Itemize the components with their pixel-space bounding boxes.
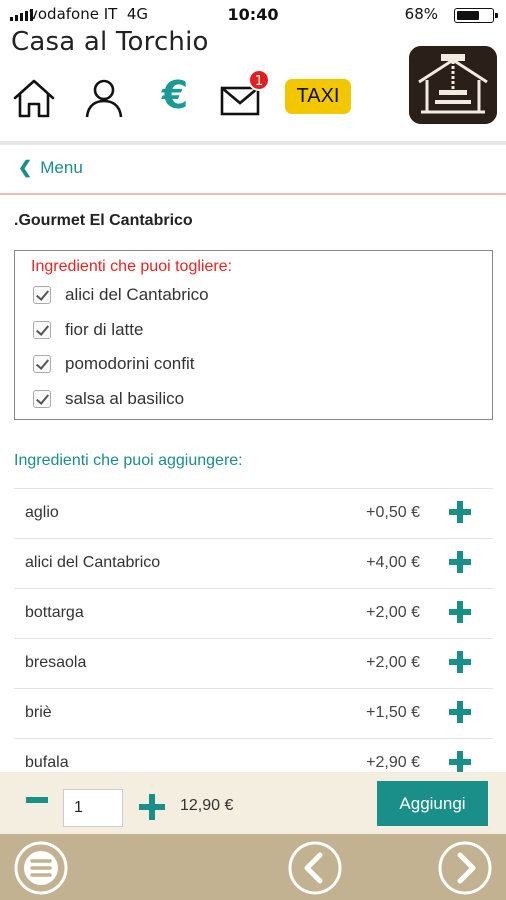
euro-icon[interactable]: € (155, 72, 195, 118)
ingredient-name: bresaola (25, 654, 87, 671)
add-ingredient-plus-icon[interactable] (449, 651, 471, 673)
add-to-order-button[interactable]: Aggiungi (377, 781, 488, 826)
addable-ingredients-list: aglio +0,50 € alici del Cantabrico +4,00… (14, 488, 493, 788)
ingredient-price: +2,90 € (366, 754, 420, 771)
menu-divider (0, 193, 506, 195)
battery-icon (454, 8, 498, 23)
list-item: briè +1,50 € (14, 688, 493, 738)
checkbox-checked[interactable] (33, 286, 51, 304)
ingredient-name: aglio (25, 504, 59, 521)
increase-quantity-button[interactable] (139, 794, 165, 820)
removable-item-label: alici del Cantabrico (65, 285, 209, 304)
app-title: Casa al Torchio (11, 27, 209, 57)
next-arrow-icon[interactable] (437, 840, 493, 896)
removable-ingredients-box: Ingredienti che puoi togliere: alici del… (14, 250, 493, 420)
taxi-button[interactable]: TAXI (285, 79, 351, 114)
removable-item[interactable]: salsa al basilico (33, 386, 184, 412)
order-total: 12,90 € (180, 797, 234, 814)
back-label: Menu (40, 158, 83, 177)
list-item: alici del Cantabrico +4,00 € (14, 538, 493, 588)
list-item: aglio +0,50 € (14, 488, 493, 538)
add-ingredient-plus-icon[interactable] (449, 551, 471, 573)
removable-item[interactable]: alici del Cantabrico (33, 282, 209, 308)
previous-arrow-icon[interactable] (287, 840, 343, 896)
removable-item-label: pomodorini confit (65, 354, 195, 373)
checkbox-checked[interactable] (33, 390, 51, 408)
add-ingredient-plus-icon[interactable] (449, 501, 471, 523)
status-bar: vodafone IT 4G 10:40 68% (0, 0, 506, 30)
battery-percent: 68% (404, 5, 438, 23)
order-bar: 12,90 € Aggiungi (0, 772, 506, 834)
bottom-navbar (0, 834, 506, 900)
checkbox-checked[interactable] (33, 321, 51, 339)
add-ingredient-plus-icon[interactable] (449, 701, 471, 723)
list-item: bottarga +2,00 € (14, 588, 493, 638)
removable-title: Ingredienti che puoi togliere: (31, 258, 233, 275)
decrease-quantity-button[interactable] (26, 797, 48, 803)
ingredient-name: briè (25, 704, 52, 721)
home-icon[interactable] (12, 78, 56, 118)
removable-item[interactable]: pomodorini confit (33, 351, 194, 377)
user-icon[interactable] (82, 78, 126, 118)
mail-badge: 1 (248, 69, 270, 91)
restaurant-logo (409, 46, 497, 124)
ingredient-price: +1,50 € (366, 704, 420, 721)
ingredient-name: bottarga (25, 604, 84, 621)
chevron-left-icon: ❮ (18, 158, 33, 177)
ingredient-price: +4,00 € (366, 554, 420, 571)
quantity-input[interactable] (63, 789, 123, 827)
header-divider (0, 141, 506, 145)
ingredient-price: +2,00 € (366, 654, 420, 671)
menu-circle-icon[interactable] (13, 840, 69, 896)
dish-title: .Gourmet El Cantabrico (14, 212, 193, 229)
ingredient-name: bufala (25, 754, 69, 771)
add-ingredient-plus-icon[interactable] (449, 751, 471, 773)
removable-item-label: salsa al basilico (65, 389, 185, 408)
back-to-menu-link[interactable]: ❮ Menu (18, 158, 83, 178)
removable-item-label: fior di latte (65, 320, 144, 339)
removable-item[interactable]: fior di latte (33, 317, 143, 343)
addable-title: Ingredienti che puoi aggiungere: (14, 452, 243, 469)
checkbox-checked[interactable] (33, 355, 51, 373)
list-item: bresaola +2,00 € (14, 638, 493, 688)
ingredient-price: +0,50 € (366, 504, 420, 521)
add-ingredient-plus-icon[interactable] (449, 601, 471, 623)
ingredient-name: alici del Cantabrico (25, 554, 161, 571)
ingredient-price: +2,00 € (366, 604, 420, 621)
